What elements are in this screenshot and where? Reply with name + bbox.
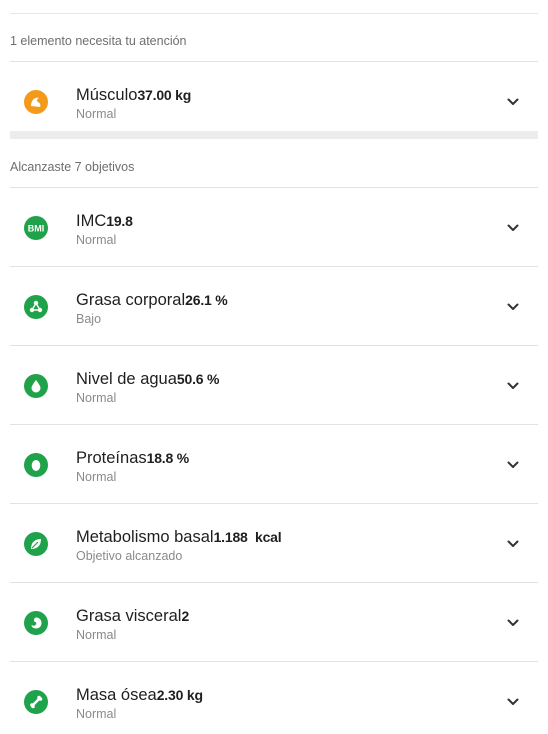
metric-name: Masa ósea: [76, 685, 157, 704]
section-separator: [10, 131, 538, 139]
metric-status: Normal: [76, 390, 117, 405]
metric-value: 1.188 kcal: [213, 528, 282, 545]
metric-status: Bajo: [76, 311, 102, 326]
metric-value: 2.30 kg: [156, 686, 203, 703]
metric-name: Proteínas: [76, 448, 147, 467]
metric-status: Normal: [76, 469, 117, 484]
top-divider: [10, 13, 538, 14]
svg-text:BMI: BMI: [28, 223, 45, 233]
chevron-down-icon[interactable]: [502, 533, 524, 555]
chevron-down-icon[interactable]: [502, 454, 524, 476]
metric-row-bone-mass[interactable]: Masa ósea2.30 kg Normal: [10, 662, 538, 734]
metric-value: 2: [181, 607, 190, 624]
metric-value: 19.8: [106, 212, 133, 229]
attention-section-header: 1 elemento necesita tu atención: [10, 34, 187, 48]
metric-name: Nivel de agua: [76, 369, 177, 388]
metric-row-basal-metabolism[interactable]: Metabolismo basal1.188 kcal Objetivo alc…: [10, 504, 538, 583]
metric-name: Grasa visceral: [76, 606, 182, 625]
metric-name: Músculo: [76, 85, 138, 104]
bone-icon: [24, 689, 48, 714]
metric-row-bmi[interactable]: BMI IMC19.8 Normal: [10, 188, 538, 267]
achieved-section-header: Alcanzaste 7 objetivos: [10, 160, 135, 174]
chevron-down-icon[interactable]: [502, 612, 524, 634]
leaf-icon: [24, 531, 48, 556]
chevron-down-icon[interactable]: [502, 296, 524, 318]
metric-status: Objetivo alcanzado: [76, 548, 183, 563]
body-composition-list: 1 elemento necesita tu atención Músculo3…: [0, 0, 548, 734]
metric-row-protein[interactable]: Proteínas18.8 % Normal: [10, 425, 538, 504]
metric-value: 18.8 %: [146, 449, 190, 466]
water-drop-icon: [24, 373, 48, 398]
metric-status: Normal: [76, 106, 117, 121]
muscle-icon: [24, 89, 48, 114]
metric-row-visceral-fat[interactable]: Grasa visceral2 Normal: [10, 583, 538, 662]
metric-status: Normal: [76, 627, 117, 642]
metric-value: 37.00 kg: [137, 86, 192, 103]
metric-row-muscle[interactable]: Músculo37.00 kg Normal: [10, 62, 538, 141]
bmi-icon: BMI: [24, 215, 48, 240]
metric-name: Metabolismo basal: [76, 527, 214, 546]
metric-name: Grasa corporal: [76, 290, 186, 309]
metric-row-body-fat[interactable]: Grasa corporal26.1 % Bajo: [10, 267, 538, 346]
chevron-down-icon[interactable]: [502, 91, 524, 113]
metric-row-water[interactable]: Nivel de agua50.6 % Normal: [10, 346, 538, 425]
metric-name: IMC: [76, 211, 107, 230]
protein-icon: [24, 452, 48, 477]
body-fat-icon: [24, 294, 48, 319]
chevron-down-icon[interactable]: [502, 217, 524, 239]
metric-status: Normal: [76, 706, 117, 721]
chevron-down-icon[interactable]: [502, 375, 524, 397]
metric-status: Normal: [76, 232, 117, 247]
metric-value: 26.1 %: [185, 291, 228, 308]
metric-value: 50.6 %: [176, 370, 220, 387]
visceral-fat-icon: [24, 610, 48, 635]
chevron-down-icon[interactable]: [502, 691, 524, 713]
